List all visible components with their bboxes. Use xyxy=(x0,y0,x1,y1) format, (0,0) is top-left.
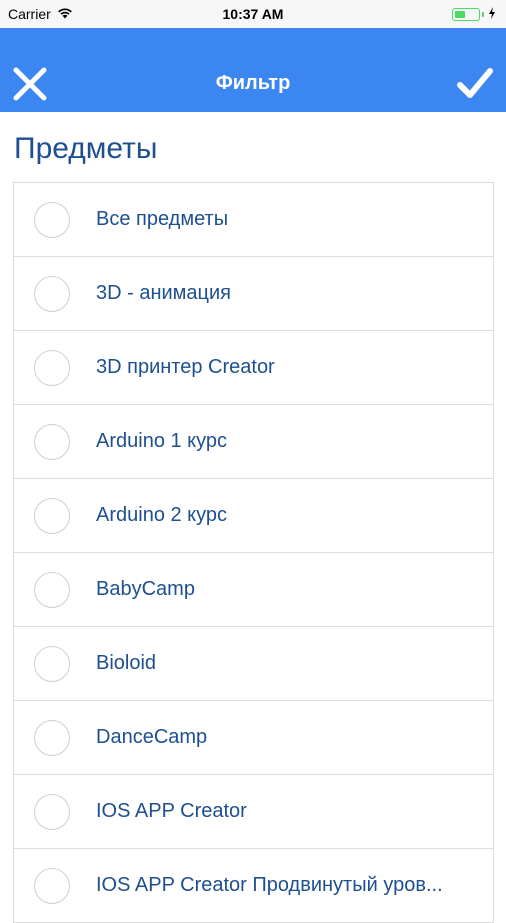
list-item[interactable]: Arduino 2 курс xyxy=(14,479,493,553)
checkmark-icon xyxy=(457,68,493,98)
done-button[interactable] xyxy=(456,66,494,102)
list-item[interactable]: DanceCamp xyxy=(14,701,493,775)
item-label: Arduino 1 курс xyxy=(96,430,228,452)
radio-button[interactable] xyxy=(34,423,70,460)
radio-button[interactable] xyxy=(34,349,70,386)
item-label: Bioloid xyxy=(96,652,157,674)
item-label: IOS APP Creator Продвинутый уров... xyxy=(96,874,443,896)
status-bar: Carrier 10:37 AM xyxy=(0,0,506,28)
battery-tip xyxy=(482,11,484,17)
item-label: 3D принтер Creator xyxy=(96,356,275,378)
list-item[interactable]: IOS APP Creator xyxy=(14,775,493,849)
radio-button[interactable] xyxy=(34,201,70,238)
list-item[interactable]: Bioloid xyxy=(14,627,493,701)
charging-icon xyxy=(488,6,496,22)
list-item[interactable]: 3D - анимация xyxy=(14,257,493,331)
list-item[interactable]: Arduino 1 курс xyxy=(14,405,493,479)
radio-button[interactable] xyxy=(34,793,70,830)
list-item[interactable]: BabyCamp xyxy=(14,553,493,627)
radio-button[interactable] xyxy=(34,497,70,534)
radio-button[interactable] xyxy=(34,645,70,682)
subject-list: Все предметы 3D - анимация 3D принтер Cr… xyxy=(13,182,494,923)
item-label: Все предметы xyxy=(96,208,229,230)
battery-icon xyxy=(452,7,480,21)
status-time: 10:37 AM xyxy=(222,6,284,22)
item-label: IOS APP Creator xyxy=(96,800,247,822)
list-item[interactable]: Все предметы xyxy=(14,183,493,257)
item-label: 3D - анимация xyxy=(96,282,232,304)
radio-button[interactable] xyxy=(34,867,70,904)
status-right xyxy=(452,6,496,22)
list-item[interactable]: 3D принтер Creator xyxy=(14,331,493,405)
list-item[interactable]: IOS APP Creator Продвинутый уров... xyxy=(14,849,493,923)
radio-button[interactable] xyxy=(34,719,70,756)
nav-title: Фильтр xyxy=(215,72,291,94)
radio-button[interactable] xyxy=(34,275,70,312)
section-title: Предметы xyxy=(14,132,158,165)
item-label: DanceCamp xyxy=(96,726,208,748)
item-label: Arduino 2 курс xyxy=(96,504,228,526)
item-label: BabyCamp xyxy=(96,578,195,600)
nav-bar: Фильтр xyxy=(0,28,506,112)
radio-button[interactable] xyxy=(34,571,70,608)
